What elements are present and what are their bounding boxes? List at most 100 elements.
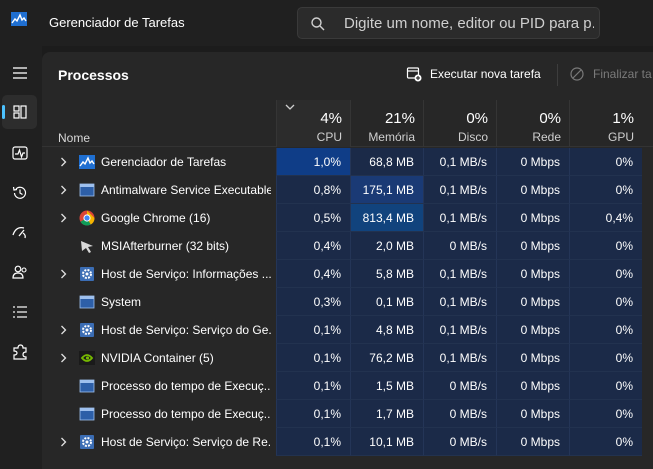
toolbar-divider (557, 64, 558, 86)
chevron-right-icon[interactable] (60, 437, 67, 447)
run-new-task-label: Executar nova tarefa (430, 67, 541, 81)
chrome-icon (79, 210, 95, 226)
column-header-disk[interactable]: 0% Disco (423, 100, 496, 147)
cell-disk: 0,1 MB/s (423, 288, 496, 316)
column-header-gpu[interactable]: 1% GPU (569, 100, 642, 147)
table-row[interactable]: Host de Serviço: Informações ... 0,4% 5,8 … (42, 260, 653, 288)
table-row[interactable]: Gerenciador de Tarefas 1,0% 68,8 MB 0,1 MB/… (42, 148, 653, 176)
cell-cpu: 0,1% (276, 428, 350, 456)
cell-cpu: 0,1% (276, 400, 350, 428)
process-name: System (101, 295, 142, 309)
taskmgr-icon (79, 155, 95, 169)
process-name: Gerenciador de Tarefas (101, 155, 227, 169)
startup-gauge-icon (11, 227, 26, 239)
process-name: Host de Serviço: Informações ... (101, 267, 271, 281)
cell-disk: 0,1 MB/s (423, 344, 496, 372)
process-name: Antimalware Service Executable (101, 183, 271, 197)
table-row[interactable]: Processo do tempo de Execuç... 0,1% 1,5 MB… (42, 372, 653, 400)
search-box[interactable]: Digite um nome, editor ou PID para p... (297, 7, 600, 39)
cell-network: 0 Mbps (496, 176, 569, 204)
system-window-icon (79, 379, 95, 393)
end-task-icon (570, 67, 584, 81)
hamburger-menu-button[interactable] (2, 56, 37, 90)
system-window-icon (79, 295, 95, 309)
title-bar: Gerenciador de Tarefas Digite um nome, e… (0, 0, 653, 46)
table-row[interactable]: NVIDIA Container (5) 0,1% 76,2 MB 0,1 MB/s 0… (42, 344, 653, 372)
end-task-button[interactable]: Finalizar ta (569, 66, 652, 82)
cell-disk: 0 MB/s (423, 428, 496, 456)
cell-gpu: 0% (569, 176, 642, 204)
cell-network: 0 Mbps (496, 232, 569, 260)
sidebar-item-usuarios[interactable] (2, 255, 37, 289)
gear-icon (80, 267, 94, 281)
sidebar (0, 46, 42, 469)
cell-memory: 1,5 MB (350, 372, 423, 400)
cell-memory: 813,4 MB (350, 204, 423, 232)
cell-cpu: 0,5% (276, 204, 350, 232)
table-row[interactable]: System 0,3% 0,1 MB 0,1 MB/s 0 Mbps 0% (42, 288, 653, 316)
sort-descending-icon (285, 104, 295, 110)
cell-gpu: 0% (569, 428, 642, 456)
cell-memory: 76,2 MB (350, 344, 423, 372)
cell-network: 0 Mbps (496, 344, 569, 372)
disk-total: 0% (466, 110, 488, 127)
table-header: Nome 4% CPU 21% Memória 0% Disco 0% Rede… (42, 100, 653, 147)
sidebar-item-historico[interactable] (2, 176, 37, 210)
cell-disk: 0,1 MB/s (423, 176, 496, 204)
sidebar-item-desempenho[interactable] (2, 136, 37, 170)
sidebar-item-servicos[interactable] (2, 335, 37, 369)
column-header-memory[interactable]: 21% Memória (350, 100, 423, 147)
table-row[interactable]: Processo do tempo de Execuç... 0,1% 1,7 MB… (42, 400, 653, 428)
chevron-right-icon[interactable] (60, 213, 67, 223)
chevron-right-icon[interactable] (60, 325, 67, 335)
process-name: Processo do tempo de Execuç... (101, 379, 271, 393)
chevron-right-icon[interactable] (60, 353, 67, 363)
performance-chart-icon (11, 146, 28, 160)
table-row[interactable]: Host de Serviço: Serviço de Re... 0,1% 10,… (42, 428, 653, 456)
sidebar-item-inicializacao[interactable] (2, 215, 37, 249)
network-label: Rede (532, 130, 561, 144)
table-row[interactable]: Google Chrome (16) 0,5% 813,4 MB 0,1 MB/s 0 … (42, 204, 653, 232)
cell-memory: 4,8 MB (350, 316, 423, 344)
gear-icon (80, 435, 94, 449)
cell-gpu: 0% (569, 288, 642, 316)
process-name: Google Chrome (16) (101, 211, 211, 225)
cell-disk: 0 MB/s (423, 372, 496, 400)
network-total: 0% (539, 110, 561, 127)
cell-network: 0 Mbps (496, 400, 569, 428)
cell-gpu: 0% (569, 400, 642, 428)
cell-disk: 0 MB/s (423, 400, 496, 428)
cell-network: 0 Mbps (496, 288, 569, 316)
sidebar-item-processos[interactable] (2, 95, 37, 129)
cell-gpu: 0% (569, 316, 642, 344)
cell-memory: 68,8 MB (350, 148, 423, 176)
search-input[interactable]: Digite um nome, editor ou PID para p... (344, 15, 594, 32)
cell-gpu: 0,4% (569, 204, 642, 232)
cell-disk: 0 MB/s (423, 232, 496, 260)
cell-memory: 2,0 MB (350, 232, 423, 260)
run-new-task-button[interactable]: Executar nova tarefa (406, 66, 541, 82)
gpu-total: 1% (612, 110, 634, 127)
disk-label: Disco (457, 130, 488, 144)
table-row[interactable]: Host de Serviço: Serviço do Ge... 0,1% 4,8… (42, 316, 653, 344)
cell-network: 0 Mbps (496, 204, 569, 232)
chevron-right-icon[interactable] (60, 269, 67, 279)
table-row[interactable]: Antimalware Service Executable 0,8% 175,1 … (42, 176, 653, 204)
cell-memory: 5,8 MB (350, 260, 423, 288)
cell-memory: 0,1 MB (350, 288, 423, 316)
process-name: MSIAfterburner (32 bits) (101, 239, 230, 253)
table-row[interactable]: MSIAfterburner (32 bits) 0,4% 2,0 MB 0 MB/s… (42, 232, 653, 260)
services-puzzle-icon (12, 344, 27, 360)
task-manager-logo-icon (11, 12, 27, 26)
chevron-right-icon[interactable] (60, 157, 67, 167)
users-icon (11, 265, 27, 279)
nvidia-icon (79, 351, 95, 365)
cell-cpu: 0,3% (276, 288, 350, 316)
column-header-network[interactable]: 0% Rede (496, 100, 569, 147)
cell-network: 0 Mbps (496, 260, 569, 288)
column-header-name[interactable]: Nome (58, 131, 90, 145)
sidebar-item-detalhes[interactable] (2, 295, 37, 329)
history-clock-icon (12, 186, 26, 199)
cell-memory: 175,1 MB (350, 176, 423, 204)
chevron-right-icon[interactable] (60, 185, 67, 195)
